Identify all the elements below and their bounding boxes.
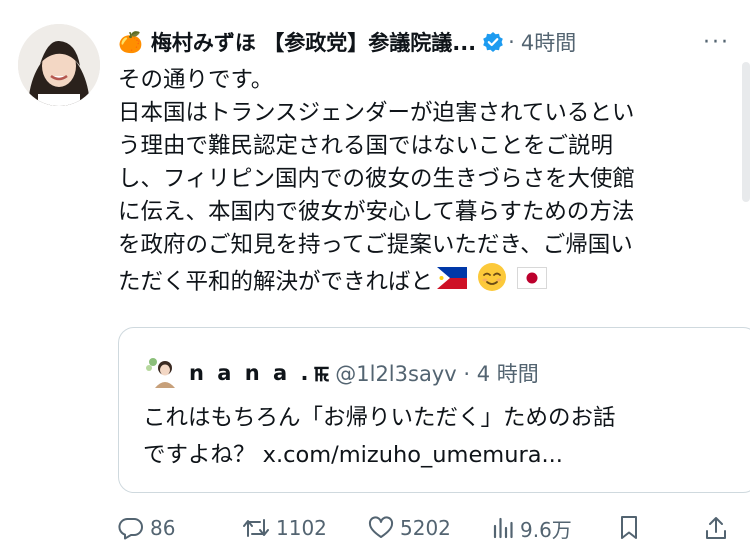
post-body: その通りです。 日本国はトランスジェンダーが迫害されているとい う理由で難民認定… xyxy=(118,64,718,302)
japan-flag-icon xyxy=(517,266,548,299)
philippines-flag-icon xyxy=(437,266,468,299)
body-line: に伝え、本国内で彼女が安心して暮らすための方法 xyxy=(118,199,635,225)
quoted-text-line: ですよね？ x.com/mizuho_umemura... xyxy=(143,442,563,468)
share-button[interactable] xyxy=(704,515,728,541)
bookmark-button[interactable] xyxy=(618,515,640,541)
repost-icon xyxy=(243,519,269,537)
body-line: を政府のご知見を持ってご提案いただき、ご帰国い xyxy=(118,232,633,258)
quoted-author-avatar[interactable] xyxy=(143,354,181,392)
author-name[interactable]: 梅村みずほ 【参政党】参議院議... xyxy=(151,27,476,57)
author-avatar[interactable] xyxy=(18,24,100,106)
body-line: う理由で難民認定される国ではないことをご説明 xyxy=(118,133,614,159)
quoted-author-handle[interactable]: @1l2l3sayv · 4 時間 xyxy=(335,358,538,388)
header-separator: · xyxy=(508,30,515,54)
repost-count: 1102 xyxy=(276,516,327,540)
verified-badge-icon xyxy=(482,31,504,53)
heart-icon xyxy=(368,516,394,538)
relieved-face-emoji-icon xyxy=(477,262,507,302)
view-count: 9.6万 xyxy=(520,517,572,542)
share-icon xyxy=(706,517,726,539)
quoted-author-name[interactable]: n a n a . xyxy=(189,361,311,385)
like-count: 5202 xyxy=(400,516,451,540)
quoted-post-card[interactable]: n a n a . ꯃ @1l2l3sayv · 4 時間 これはもちろん「お帰… xyxy=(118,327,750,493)
bookmark-icon xyxy=(621,516,637,539)
quoted-text-line: これはもちろん「お帰りいただく」ためのお話 xyxy=(143,405,616,431)
quoted-post-header: n a n a . ꯃ @1l2l3sayv · 4 時間 xyxy=(143,354,539,392)
body-line-text: ただく平和的解決ができればと xyxy=(118,268,434,295)
avatar-photo xyxy=(18,24,100,106)
post-timestamp[interactable]: 4時間 xyxy=(521,27,576,57)
scrollbar-thumb[interactable] xyxy=(742,62,750,202)
body-line: 日本国はトランスジェンダーが迫害されているとい xyxy=(118,100,635,126)
quoted-author-name-suffix: ꯃ xyxy=(313,361,330,386)
body-line: その通りです。 xyxy=(118,67,274,93)
orange-emoji-icon: 🍊 xyxy=(118,30,143,54)
post-header: 🍊 梅村みずほ 【参政党】参議院議... · 4時間 ··· xyxy=(118,22,730,62)
more-options-icon[interactable]: ··· xyxy=(703,30,730,55)
reply-button[interactable]: 86 xyxy=(118,516,175,540)
reply-icon xyxy=(118,518,143,540)
views-button[interactable]: 9.6万 xyxy=(492,514,572,543)
repost-button[interactable]: 1102 xyxy=(242,516,327,540)
body-line-last: ただく平和的解決ができればと � xyxy=(118,262,718,302)
reply-count: 86 xyxy=(150,516,176,540)
like-button[interactable]: 5202 xyxy=(368,516,451,540)
views-chart-icon xyxy=(493,517,513,539)
body-line: し、フィリピン国内での彼女の生きづらさを大使館 xyxy=(118,166,636,192)
quoted-post-text: これはもちろん「お帰りいただく」ためのお話 ですよね？ x.com/mizuho… xyxy=(143,400,616,474)
post-actions-bar: 86 1102 5202 9.6万 xyxy=(118,510,730,546)
